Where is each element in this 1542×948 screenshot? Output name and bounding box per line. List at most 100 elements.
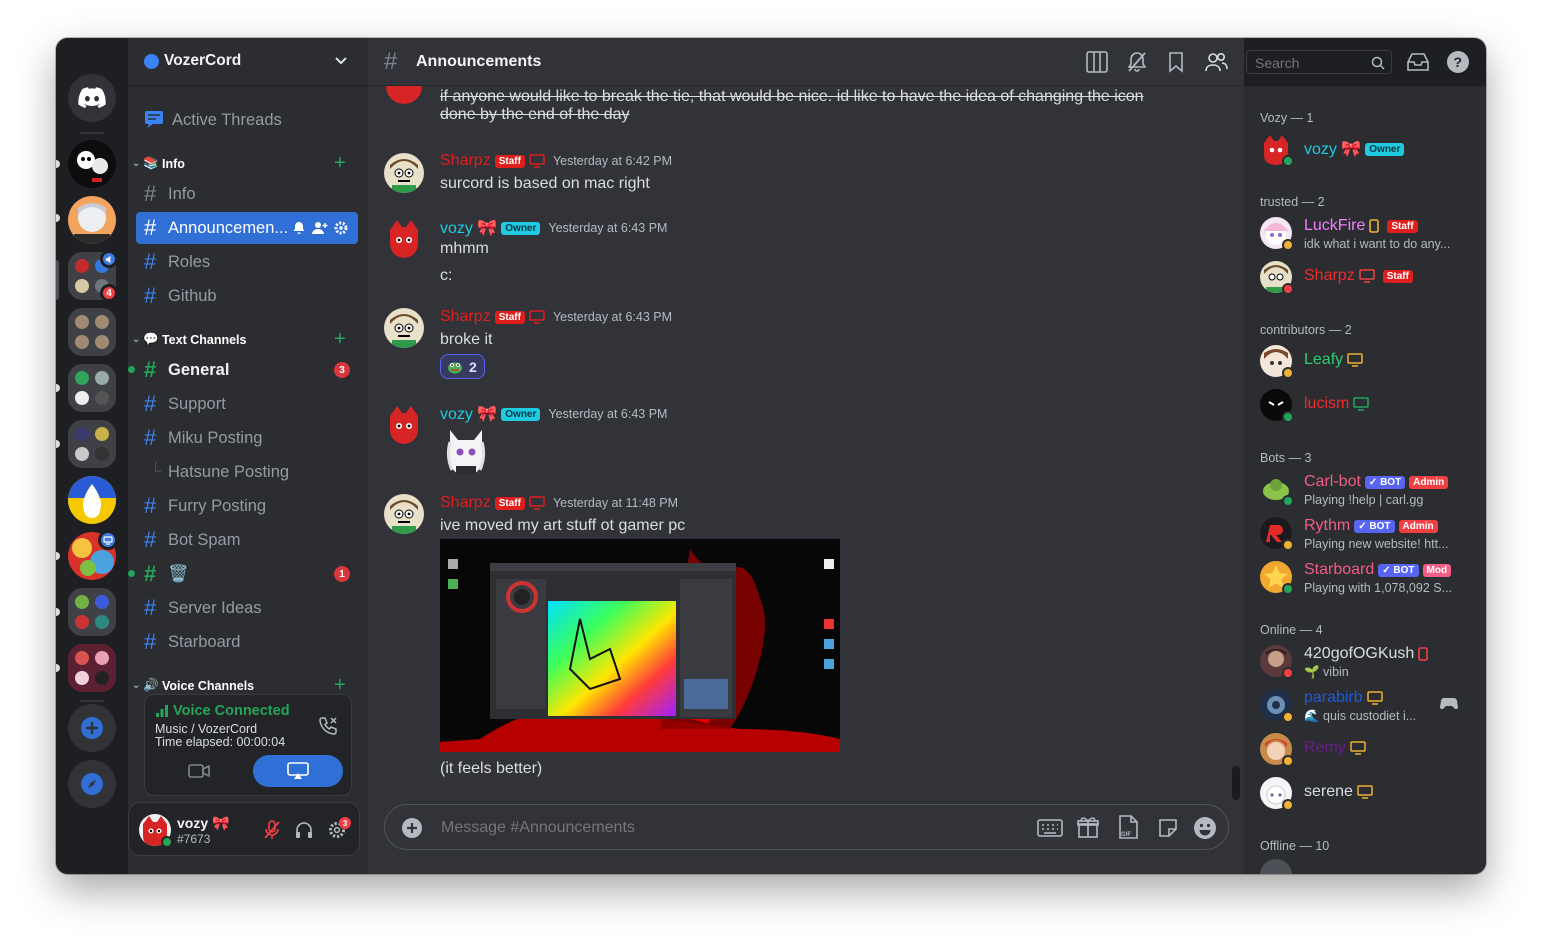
- bell-icon[interactable]: [292, 221, 306, 235]
- add-attachment-icon[interactable]: [401, 817, 423, 839]
- emoji-icon[interactable]: [1193, 816, 1217, 840]
- headphones-icon[interactable]: [295, 821, 313, 839]
- gif-icon[interactable]: GIF: [1117, 815, 1139, 839]
- hash-icon: #: [144, 595, 157, 620]
- gift-icon[interactable]: [1077, 816, 1099, 838]
- reaction-button[interactable]: 2: [440, 354, 485, 379]
- channel-general[interactable]: # General 3: [128, 354, 358, 386]
- thread-hatsune-posting[interactable]: └ Hatsune Posting: [136, 456, 358, 488]
- channel-label: Miku Posting: [168, 428, 263, 447]
- message-author[interactable]: Sharpz: [440, 494, 491, 512]
- member-item[interactable]: serene: [1260, 777, 1480, 819]
- server-folder[interactable]: [68, 308, 116, 356]
- channel-info[interactable]: # Info: [136, 178, 358, 210]
- search-input[interactable]: [1253, 53, 1363, 73]
- channel-support[interactable]: # Support: [136, 388, 358, 420]
- member-status-text: quis custodiet i...: [1323, 709, 1417, 723]
- add-member-icon[interactable]: [312, 221, 328, 235]
- category-voice-channels[interactable]: ⌄ 🔊 Voice Channels: [132, 678, 254, 693]
- speaker-icon: [100, 250, 118, 268]
- svg-text:?: ?: [1454, 54, 1463, 70]
- camera-button[interactable]: [153, 755, 245, 787]
- server-folder[interactable]: [68, 364, 116, 412]
- server-folder[interactable]: [68, 588, 116, 636]
- member-item[interactable]: Leafy: [1260, 345, 1480, 387]
- home-button[interactable]: [68, 74, 116, 122]
- add-server-button[interactable]: [68, 704, 116, 752]
- member-list-icon[interactable]: [1204, 51, 1228, 73]
- member-item[interactable]: Sharpz Staff: [1260, 261, 1480, 303]
- user-avatar[interactable]: [384, 218, 424, 258]
- timestamp: Yesterday at 6:42 PM: [552, 154, 672, 168]
- member-item[interactable]: Starboard ✓ BOT Mod Playing with 1,078,0…: [1260, 561, 1480, 603]
- member-name-row: lucism: [1304, 395, 1370, 413]
- online-status-icon: [1282, 583, 1294, 595]
- explore-button[interactable]: [68, 760, 116, 808]
- help-icon[interactable]: ?: [1446, 50, 1470, 74]
- sticker-image[interactable]: [442, 426, 490, 474]
- inbox-icon[interactable]: [1406, 52, 1430, 72]
- keyboard-icon[interactable]: [1037, 819, 1063, 837]
- unread-pill: [56, 664, 60, 672]
- server-folder[interactable]: [68, 644, 116, 692]
- channel-announcements[interactable]: # Announcemen...: [136, 212, 358, 244]
- member-item[interactable]: LuckFire Staff idk what i want to do any…: [1260, 217, 1480, 259]
- channel-miku-posting[interactable]: # Miku Posting: [136, 422, 358, 454]
- message-author[interactable]: vozy 🎀: [440, 218, 497, 238]
- server-icon[interactable]: [68, 196, 116, 244]
- channel-server-ideas[interactable]: # Server Ideas: [136, 592, 358, 624]
- voice-status-label: Voice Connected: [173, 703, 290, 719]
- scrollbar-thumb[interactable]: [1232, 766, 1240, 800]
- member-item[interactable]: 420gofOGKush 🌱 vibin: [1260, 645, 1480, 687]
- message-author[interactable]: Sharpz: [440, 152, 491, 170]
- gear-icon[interactable]: [334, 221, 348, 235]
- image-attachment[interactable]: [440, 539, 840, 752]
- message-author[interactable]: vozy 🎀: [440, 404, 497, 424]
- unread-badge: 3: [334, 362, 350, 378]
- sticker-icon[interactable]: [1157, 817, 1179, 839]
- server-icon[interactable]: [68, 140, 116, 188]
- channel-roles[interactable]: # Roles: [136, 246, 358, 278]
- user-avatar[interactable]: [384, 404, 424, 444]
- user-avatar[interactable]: [384, 308, 424, 348]
- member-item[interactable]: vozy 🎀 Owner: [1260, 133, 1480, 175]
- search-box[interactable]: [1246, 50, 1392, 74]
- desktop-icon: [529, 154, 545, 168]
- message-author[interactable]: Sharpz: [440, 308, 491, 326]
- user-avatar[interactable]: [384, 153, 424, 193]
- bell-muted-icon[interactable]: [1126, 51, 1148, 73]
- member-item[interactable]: Rythm ✓ BOT Admin Playing new website! h…: [1260, 517, 1480, 559]
- server-header[interactable]: VozerCord: [128, 38, 368, 86]
- active-threads-link[interactable]: Active Threads: [136, 104, 358, 136]
- online-status-icon: [1282, 495, 1294, 507]
- screen-share-button[interactable]: [253, 755, 343, 787]
- member-item[interactable]: Remy: [1260, 733, 1480, 775]
- user-avatar[interactable]: [384, 494, 424, 534]
- add-channel-icon[interactable]: +: [334, 328, 346, 351]
- category-text-channels[interactable]: ⌄ 💬 Text Channels: [132, 332, 246, 347]
- server-folder[interactable]: [68, 420, 116, 468]
- add-channel-icon[interactable]: +: [334, 152, 346, 175]
- channel-github[interactable]: # Github: [136, 280, 358, 312]
- pin-icon[interactable]: [1166, 51, 1186, 73]
- role-badge: Staff: [494, 310, 525, 324]
- microphone-muted-icon[interactable]: [263, 820, 281, 840]
- channel-title: Announcements: [416, 53, 542, 70]
- member-group-heading: Offline — 10: [1260, 839, 1330, 853]
- message-input[interactable]: [439, 815, 1019, 841]
- role-badge: Owner: [1365, 142, 1405, 156]
- channel-starboard[interactable]: # Starboard: [136, 626, 358, 658]
- disconnect-phone-icon[interactable]: [317, 715, 339, 737]
- member-item[interactable]: parabirb 🌊 quis custodiet i...: [1260, 689, 1480, 731]
- message-line: done by the end of the day: [440, 106, 630, 123]
- user-panel: vozy 🎀 #7673 3: [128, 802, 360, 856]
- member-item[interactable]: Carl-bot ✓ BOT Admin Playing !help | car…: [1260, 473, 1480, 515]
- channel-trash[interactable]: # 🗑️ 1: [128, 558, 358, 590]
- channel-furry-posting[interactable]: # Furry Posting: [136, 490, 358, 522]
- threads-icon[interactable]: [1086, 51, 1108, 73]
- category-info[interactable]: ⌄ 📚 Info: [132, 156, 185, 171]
- server-icon[interactable]: [68, 476, 116, 524]
- member-item[interactable]: lucism: [1260, 389, 1480, 431]
- voice-channel[interactable]: Music / VozerCord: [155, 722, 257, 736]
- channel-bot-spam[interactable]: # Bot Spam: [136, 524, 358, 556]
